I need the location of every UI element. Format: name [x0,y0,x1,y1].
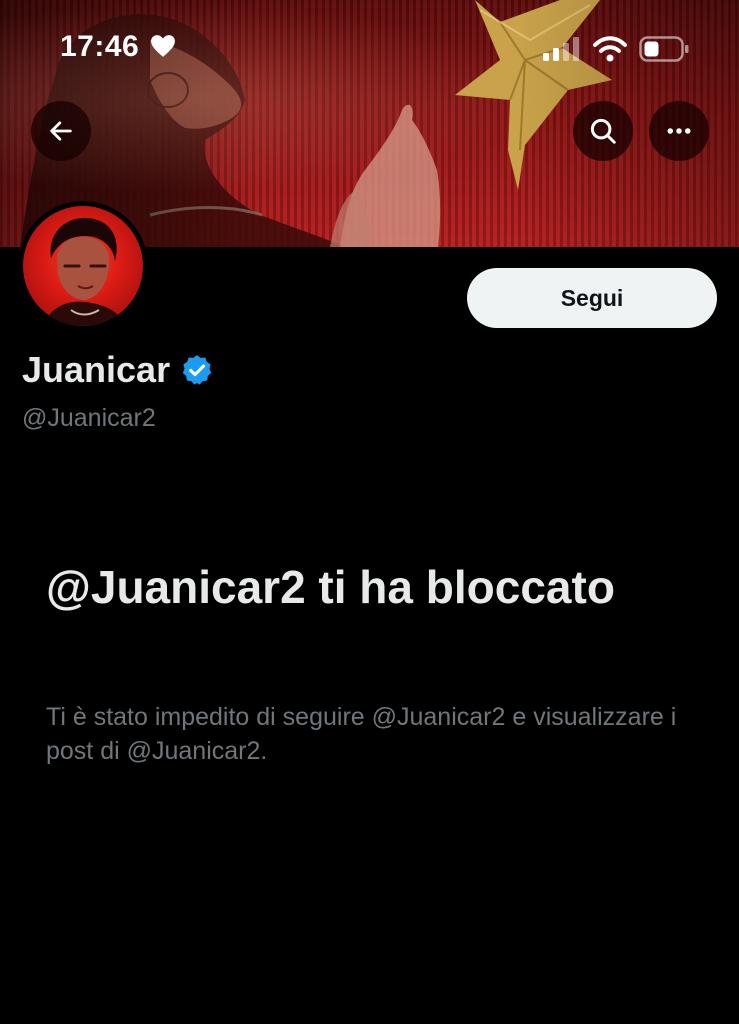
avatar[interactable] [18,201,148,331]
avatar-portrait [43,217,127,326]
status-bar-time: 17:46 [60,30,176,64]
profile-handle: @Juanicar2 [22,404,156,432]
more-horizontal-icon [667,128,691,134]
profile-display-name: Juanicar [22,349,214,391]
back-button[interactable] [31,101,91,161]
search-icon [590,118,616,144]
search-button[interactable] [573,101,633,161]
display-name-text: Juanicar [22,349,171,390]
status-bar-icons [543,36,689,62]
more-options-button[interactable] [649,101,709,161]
arrow-left-icon [50,121,72,141]
heart-icon [151,35,175,57]
cellular-signal-icon [543,37,579,61]
follow-button[interactable]: Segui [467,268,717,328]
blocked-title: @Juanicar2 ti ha bloccato [46,561,615,613]
blocked-description: Ti è stato impedito di seguire @Juanicar… [46,703,677,765]
wifi-icon [593,36,627,62]
verified-badge-icon[interactable] [180,353,214,387]
avatar-image [23,206,143,326]
battery-icon [639,36,689,62]
